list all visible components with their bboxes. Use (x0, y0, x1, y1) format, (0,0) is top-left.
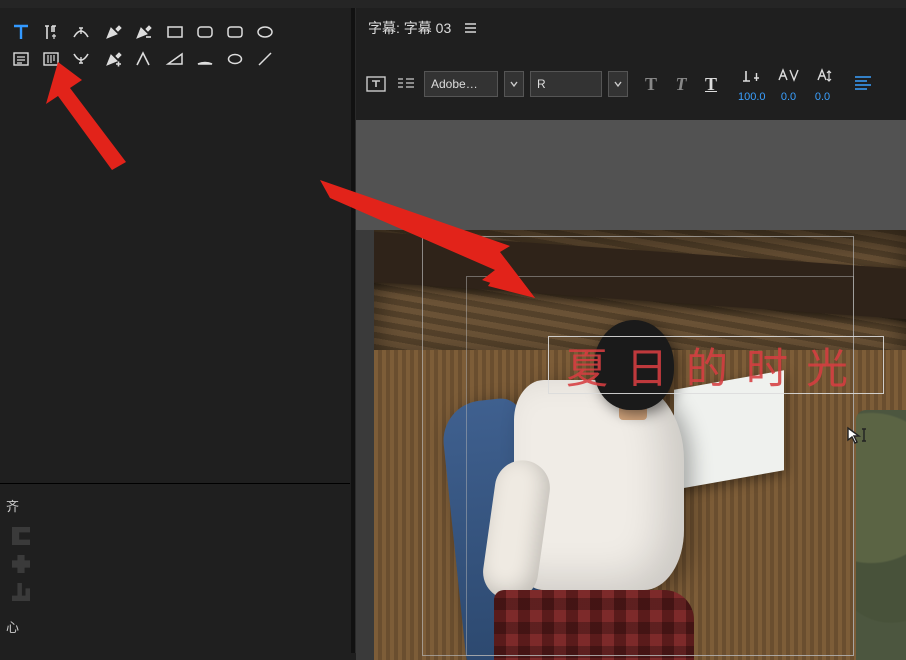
font-family-dropdown-icon[interactable] (504, 71, 524, 97)
pen-tool-icon[interactable] (100, 20, 126, 44)
ellipse-tool-icon[interactable] (252, 20, 278, 44)
kerning-field[interactable]: 0.0 (776, 65, 802, 103)
font-family-select[interactable]: Adobe… (424, 71, 498, 97)
align-center-h-icon[interactable] (12, 555, 30, 573)
circle-tool-icon[interactable] (222, 47, 248, 71)
menubar-strip (0, 0, 906, 8)
kerning-value: 0.0 (781, 91, 796, 103)
tools-panel: 齐 心 (0, 8, 350, 653)
italic-icon[interactable]: T (670, 74, 692, 95)
align-panel: 齐 心 (0, 484, 350, 660)
font-size-value: 100.0 (738, 91, 766, 103)
area-type-tool-icon[interactable] (8, 47, 34, 71)
underline-icon[interactable]: T (700, 74, 722, 95)
pen-minus-tool-icon[interactable] (130, 20, 156, 44)
panel-menu-icon[interactable] (465, 23, 476, 33)
text-cursor-icon (846, 426, 868, 444)
wedge-tool-icon[interactable] (162, 47, 188, 71)
align-bottom-icon[interactable] (12, 583, 30, 601)
arc-tool-icon[interactable] (192, 47, 218, 71)
properties-bar: Adobe… R T T T 100.0 0.0 (356, 48, 906, 120)
paragraph-icon[interactable] (394, 72, 418, 96)
align-left-icon[interactable] (12, 527, 30, 545)
leading-field[interactable]: 0.0 (812, 65, 834, 103)
type-tool-icon[interactable] (8, 20, 34, 44)
rectangle-tool-icon[interactable] (162, 20, 188, 44)
video-preview: 夏日的时光 (374, 230, 906, 660)
path-type-vertical-icon[interactable] (68, 47, 94, 71)
font-weight-value: R (537, 77, 546, 91)
center-section-label: 心 (6, 617, 344, 636)
vertical-type-tool-icon[interactable] (38, 20, 64, 44)
align-icons (6, 527, 344, 601)
font-size-field[interactable]: 100.0 (738, 65, 766, 103)
vertical-area-type-tool-icon[interactable] (38, 47, 64, 71)
tab-bar: 字幕: 字幕 03 (356, 8, 906, 48)
convert-anchor-tool-icon[interactable] (130, 47, 156, 71)
title-style-icon[interactable] (364, 72, 388, 96)
line-tool-icon[interactable] (252, 47, 278, 71)
canvas-area[interactable]: 夏日的时光 (356, 120, 906, 660)
title-designer-panel: 字幕: 字幕 03 Adobe… R T T T (356, 8, 906, 653)
panel-title: 字幕: 字幕 03 (368, 18, 451, 38)
path-type-tool-icon[interactable] (68, 20, 94, 44)
bold-icon[interactable]: T (640, 74, 662, 95)
tool-groups (0, 8, 350, 83)
font-weight-dropdown-icon[interactable] (608, 71, 628, 97)
paragraph-align-icon[interactable] (852, 72, 874, 97)
font-family-value: Adobe… (431, 77, 478, 91)
clipped-rect-tool-icon[interactable] (222, 20, 248, 44)
align-section-label: 齐 (6, 496, 344, 515)
pen-plus-tool-icon[interactable] (100, 47, 126, 71)
canvas-background (356, 120, 906, 230)
leading-value: 0.0 (815, 91, 830, 103)
font-weight-select[interactable]: R (530, 71, 602, 97)
rounded-rect-tool-icon[interactable] (192, 20, 218, 44)
